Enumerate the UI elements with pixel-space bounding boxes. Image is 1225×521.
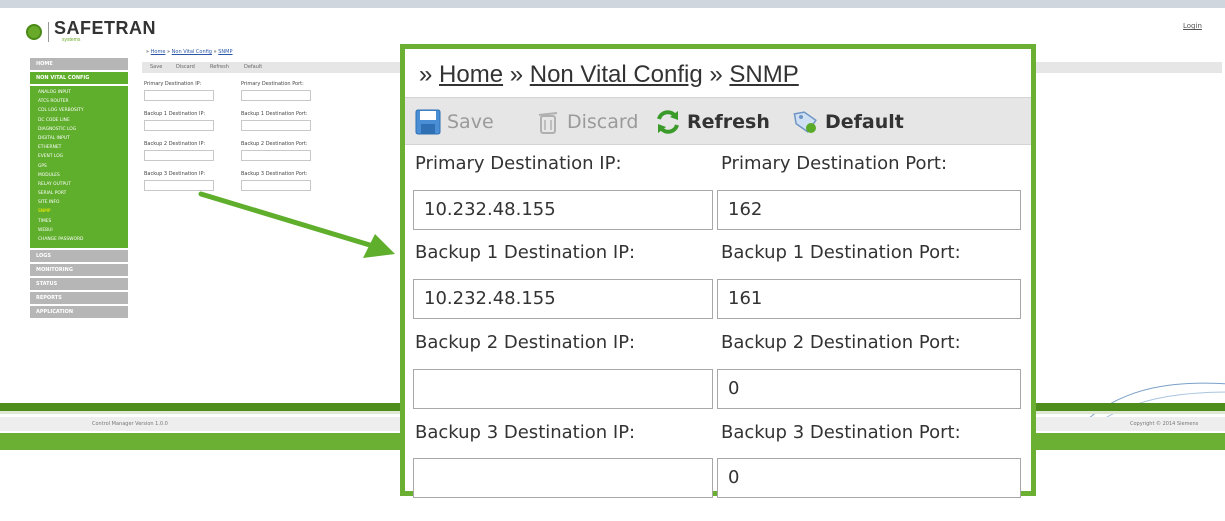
breadcrumb-snmp-link[interactable]: SNMP [729, 61, 798, 88]
save-icon [415, 109, 441, 135]
browser-top-bar [0, 0, 1225, 8]
small-port-input[interactable] [241, 120, 311, 131]
sidebar-item-status[interactable]: STATUS [30, 278, 128, 291]
port-input[interactable]: 0 [717, 458, 1021, 498]
small-port-label: Primary Destination Port: [241, 81, 304, 87]
zoomed-snmp-panel: » Home » Non Vital Config » SNMP Save Di… [400, 44, 1036, 498]
sidebar-item-analog-input[interactable]: ANALOG INPUT [30, 88, 128, 97]
trash-icon [538, 112, 558, 134]
sidebar-item-modules[interactable]: MODULES [30, 171, 128, 180]
sidebar-item-serial-port[interactable]: SERIAL PORT [30, 189, 128, 198]
ip-label: Backup 3 Destination IP: [415, 422, 636, 443]
logo-divider [48, 22, 49, 42]
port-input[interactable]: 162 [717, 190, 1021, 230]
sidebar-item-webui[interactable]: WEBUI [30, 226, 128, 235]
arrow-icon [198, 191, 395, 258]
toolbar: Save Discard Refresh Default [405, 97, 1031, 145]
breadcrumb-config-link[interactable]: Non Vital Config [172, 49, 212, 55]
breadcrumb: » Home » Non Vital Config » SNMP [419, 61, 799, 89]
breadcrumb-separator: » [702, 61, 730, 88]
small-port-input[interactable] [241, 150, 311, 161]
small-ip-label: Backup 3 Destination IP: [144, 171, 206, 177]
small-refresh-button[interactable]: Refresh [210, 64, 229, 70]
breadcrumb-home-link[interactable]: Home [439, 61, 503, 88]
ip-label: Backup 1 Destination IP: [415, 242, 636, 263]
breadcrumb-home-link[interactable]: Home [151, 49, 166, 55]
breadcrumb-separator: » [503, 61, 530, 88]
discard-label: Discard [567, 111, 639, 133]
sidebar-submenu: ANALOG INPUT ATCS ROUTER CDL LOG VERBOSITY… [30, 86, 128, 249]
port-label: Primary Destination Port: [721, 153, 948, 174]
sidebar-item-home[interactable]: HOME [30, 58, 128, 70]
breadcrumb-config-link[interactable]: Non Vital Config [530, 61, 703, 88]
sidebar: HOME NON VITAL CONFIG ANALOG INPUT ATCS R… [30, 58, 128, 320]
small-breadcrumb: » Home » Non Vital Config » SNMP [146, 49, 232, 55]
small-ip-label: Primary Destination IP: [144, 81, 202, 87]
sidebar-item-ethernet[interactable]: ETHERNET [30, 143, 128, 152]
save-label: Save [447, 111, 494, 133]
sidebar-item-dc-code-line[interactable]: DC CODE LINE [30, 116, 128, 125]
logo-text: SAFETRAN [54, 18, 156, 38]
default-label: Default [825, 111, 904, 133]
small-port-label: Backup 1 Destination Port: [241, 111, 308, 117]
sidebar-item-cdl-log-verbosity[interactable]: CDL LOG VERBOSITY [30, 106, 128, 115]
small-ip-input[interactable] [144, 90, 214, 101]
sidebar-item-reports[interactable]: REPORTS [30, 292, 128, 305]
sidebar-item-atcs-router[interactable]: ATCS ROUTER [30, 97, 128, 106]
small-ip-label: Backup 2 Destination IP: [144, 141, 206, 147]
port-label: Backup 1 Destination Port: [721, 242, 961, 263]
login-link[interactable]: Login [1183, 22, 1202, 30]
small-ip-input[interactable] [144, 120, 214, 131]
ip-input[interactable] [413, 458, 713, 498]
small-port-input[interactable] [241, 90, 311, 101]
breadcrumb-page-link[interactable]: SNMP [218, 49, 232, 55]
sidebar-item-change-password[interactable]: CHANGE PASSWORD [30, 235, 128, 244]
small-discard-button[interactable]: Discard [176, 64, 195, 70]
breadcrumb-separator: » [419, 61, 440, 88]
tag-icon [793, 111, 817, 133]
ip-input[interactable]: 10.232.48.155 [413, 279, 713, 319]
logo-subtitle: systems [62, 37, 81, 43]
small-port-label: Backup 3 Destination Port: [241, 171, 308, 177]
port-label: Backup 3 Destination Port: [721, 422, 961, 443]
default-button[interactable]: Default [793, 98, 904, 146]
sidebar-item-monitoring[interactable]: MONITORING [30, 264, 128, 277]
footer-version: Control Manager Version 1.0.0 [92, 421, 168, 427]
sidebar-item-times[interactable]: TIMES [30, 217, 128, 226]
ip-label: Backup 2 Destination IP: [415, 332, 636, 353]
ip-label: Primary Destination IP: [415, 153, 622, 174]
refresh-icon [657, 110, 679, 134]
port-label: Backup 2 Destination Port: [721, 332, 961, 353]
refresh-label: Refresh [687, 111, 770, 133]
sidebar-section-non-vital-config[interactable]: NON VITAL CONFIG [30, 72, 128, 84]
small-ip-input[interactable] [144, 150, 214, 161]
save-button[interactable]: Save [415, 98, 494, 146]
refresh-button[interactable]: Refresh [655, 98, 770, 146]
discard-button[interactable]: Discard [535, 98, 638, 146]
small-default-button[interactable]: Default [244, 64, 262, 70]
sidebar-item-gps[interactable]: GPS [30, 162, 128, 171]
sidebar-item-site-info[interactable]: SITE INFO [30, 198, 128, 207]
small-save-button[interactable]: Save [150, 64, 162, 70]
footer-copyright: Copyright © 2014 Siemens [1130, 421, 1199, 427]
logo-icon [26, 24, 42, 40]
sidebar-item-application[interactable]: APPLICATION [30, 306, 128, 319]
sidebar-item-relay-output[interactable]: RELAY OUTPUT [30, 180, 128, 189]
sidebar-item-snmp[interactable]: SNMP [30, 207, 128, 216]
port-input[interactable]: 0 [717, 369, 1021, 409]
sidebar-item-event-log[interactable]: EVENT LOG [30, 152, 128, 161]
ip-input[interactable]: 10.232.48.155 [413, 190, 713, 230]
small-port-label: Backup 2 Destination Port: [241, 141, 308, 147]
sidebar-item-digital-input[interactable]: DIGITAL INPUT [30, 134, 128, 143]
sidebar-bottom-items: LOGS MONITORING STATUS REPORTS APPLICATION [30, 250, 128, 319]
sidebar-item-diagnostic-log[interactable]: DIAGNOSTIC LOG [30, 125, 128, 134]
ip-input[interactable] [413, 369, 713, 409]
sidebar-item-logs[interactable]: LOGS [30, 250, 128, 263]
port-input[interactable]: 161 [717, 279, 1021, 319]
small-ip-label: Backup 1 Destination IP: [144, 111, 206, 117]
